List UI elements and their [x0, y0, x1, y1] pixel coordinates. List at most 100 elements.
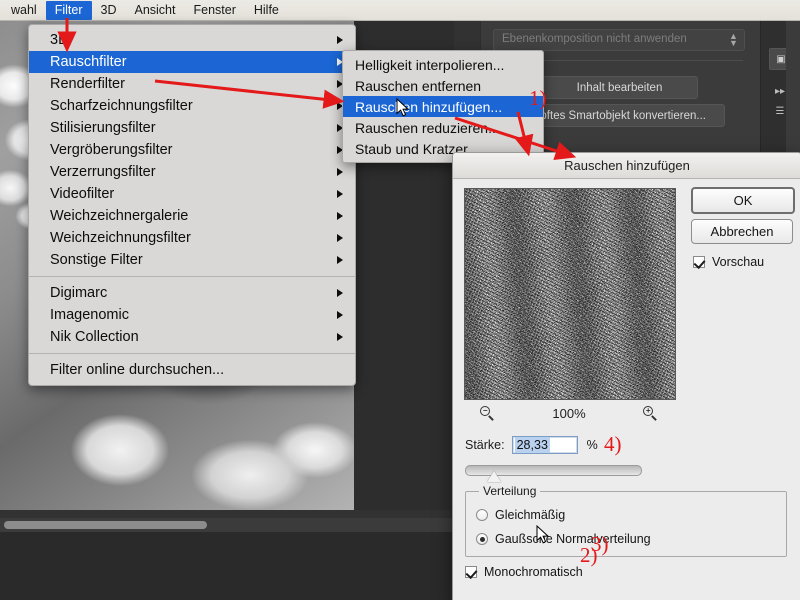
edit-content-button[interactable]: Inhalt bearbeiten	[541, 76, 698, 99]
add-noise-dialog: Rauschen hinzufügen − 100% + OK Abbreche…	[452, 152, 800, 600]
dialog-title: Rauschen hinzufügen	[564, 158, 690, 173]
menu-item-label: Filter online durchsuchen...	[50, 362, 225, 378]
radio-gaussian-row[interactable]: Gaußsche Normalverteilung	[476, 530, 651, 548]
monochrome-checkbox-row[interactable]: Monochromatisch	[465, 563, 583, 581]
menubar-item-hilfe[interactable]: Hilfe	[245, 1, 288, 20]
submenu-arrow-icon	[337, 311, 343, 319]
strength-input[interactable]: 28,33	[511, 436, 578, 454]
zoom-in-magnifier-icon[interactable]: +	[643, 405, 658, 421]
menu-item-label: Rauschen reduzieren...	[355, 119, 500, 136]
filter-menu-item-sonstige-filter[interactable]: Sonstige Filter	[29, 249, 355, 271]
menu-item-label: Vergröberungsfilter	[50, 142, 173, 158]
noise-submenu-item-rauschen-hinzufügen[interactable]: Rauschen hinzufügen...	[343, 96, 543, 117]
noise-pattern-layer-2	[465, 189, 675, 399]
mouse-cursor-dialog	[536, 525, 549, 544]
filter-menu-item-rauschfilter[interactable]: Rauschfilter	[29, 51, 355, 73]
filter-menu-item-filter-online-durchsuchen[interactable]: Filter online durchsuchen...	[29, 359, 355, 381]
zoom-level-label: 100%	[552, 405, 586, 421]
layer-comp-select[interactable]: Ebenenkomposition nicht anwenden ▲ ▼	[493, 29, 745, 51]
application-menubar: wahl Filter 3D Ansicht Fenster Hilfe	[0, 0, 800, 21]
filter-menu-dropdown[interactable]: 3D Rauschfilter Renderfilter Scharfzeichnun…	[28, 24, 356, 386]
menu-item-label: Sonstige Filter	[50, 252, 143, 268]
noise-submenu-item-rauschen-reduzieren[interactable]: Rauschen reduzieren...	[343, 117, 543, 138]
radio-uniform-row[interactable]: Gleichmäßig	[476, 506, 565, 524]
menu-item-label: Rauschfilter	[50, 54, 127, 70]
filter-menu-item-vergr-berungsfilter[interactable]: Vergröberungsfilter	[29, 139, 355, 161]
radio-gaussian[interactable]	[476, 533, 488, 545]
submenu-arrow-icon	[337, 256, 343, 264]
menu-item-label: Rauschen hinzufügen...	[355, 98, 503, 115]
filter-menu-item-3d[interactable]: 3D	[29, 29, 355, 51]
menu-item-label: Videofilter	[50, 186, 115, 202]
filter-menu-item-weichzeichnungsfilter[interactable]: Weichzeichnungsfilter	[29, 227, 355, 249]
radio-uniform[interactable]	[476, 509, 488, 521]
noise-filter-submenu[interactable]: Helligkeit interpolieren... Rauschen entf…	[342, 50, 544, 163]
menu-item-label: 3D	[50, 32, 69, 48]
menu-item-label: Weichzeichnergalerie	[50, 208, 189, 224]
strength-input-value: 28,33	[514, 437, 550, 453]
monochrome-checkbox-label: Monochromatisch	[484, 565, 583, 579]
filter-menu-item-scharfzeichnungsfilter[interactable]: Scharfzeichnungsfilter	[29, 95, 355, 117]
menu-separator	[29, 276, 355, 277]
menu-separator	[29, 353, 355, 354]
filter-menu-item-imagenomic[interactable]: Imagenomic	[29, 304, 355, 326]
distribution-legend: Verteilung	[479, 484, 541, 498]
strength-slider-knob[interactable]	[487, 471, 502, 482]
submenu-arrow-icon	[337, 168, 343, 176]
dialog-titlebar: Rauschen hinzufügen	[453, 153, 800, 179]
zoom-out-magnifier-icon[interactable]: −	[480, 405, 495, 421]
menu-item-label: Digimarc	[50, 285, 108, 301]
menu-item-label: Helligkeit interpolieren...	[355, 56, 505, 73]
radio-gaussian-label: Gaußsche Normalverteilung	[495, 532, 651, 546]
filter-menu-item-renderfilter[interactable]: Renderfilter	[29, 73, 355, 95]
menu-item-label: Verzerrungsfilter	[50, 164, 156, 180]
submenu-arrow-icon	[337, 234, 343, 242]
mouse-cursor-submenu	[396, 98, 409, 117]
preview-checkbox-row[interactable]: Vorschau	[693, 253, 764, 271]
distribution-fieldset: Verteilung Gleichmäßig Gaußsche Normalve…	[465, 484, 787, 557]
submenu-arrow-icon	[337, 36, 343, 44]
filter-menu-item-weichzeichnergalerie[interactable]: Weichzeichnergalerie	[29, 205, 355, 227]
menubar-item-wahl[interactable]: wahl	[2, 1, 46, 20]
menu-item-label: Renderfilter	[50, 76, 125, 92]
screen-root: Ebene 1 Ebenenkomposition nicht anwenden…	[0, 0, 800, 600]
strength-label: Stärke:	[465, 438, 505, 452]
noise-submenu-item-helligkeit-interpolieren[interactable]: Helligkeit interpolieren...	[343, 54, 543, 75]
menubar-item-fenster[interactable]: Fenster	[184, 1, 244, 20]
strength-row: Stärke: 28,33 %	[465, 433, 789, 457]
menubar-item-3d[interactable]: 3D	[92, 1, 126, 20]
menubar-item-ansicht[interactable]: Ansicht	[125, 1, 184, 20]
preview-zoom-controls: − 100% +	[464, 402, 674, 424]
layer-comp-select-value: Ebenenkomposition nicht anwenden	[502, 33, 687, 45]
menu-item-label: Nik Collection	[50, 329, 139, 345]
menu-item-label: Imagenomic	[50, 307, 129, 323]
updown-arrows-icon: ▲ ▼	[729, 31, 738, 48]
submenu-arrow-icon	[337, 190, 343, 198]
preview-checkbox[interactable]	[693, 256, 705, 268]
cancel-button[interactable]: Abbrechen	[691, 219, 793, 244]
convert-smartobject-button[interactable]: üpftes Smartobjekt konvertieren...	[515, 104, 725, 127]
menu-item-label: Weichzeichnungsfilter	[50, 230, 191, 246]
menubar-item-filter[interactable]: Filter	[45, 0, 92, 20]
canvas-hscrollbar-thumb[interactable]	[4, 521, 207, 529]
filter-menu-item-nik-collection[interactable]: Nik Collection	[29, 326, 355, 348]
filter-menu-item-videofilter[interactable]: Videofilter	[29, 183, 355, 205]
radio-uniform-label: Gleichmäßig	[495, 508, 566, 522]
menubar-items: wahl Filter 3D Ansicht Fenster Hilfe	[0, 0, 800, 20]
ok-button[interactable]: OK	[691, 187, 795, 214]
noise-submenu-item-rauschen-entfernen[interactable]: Rauschen entfernen	[343, 75, 543, 96]
menu-item-label: Stilisierungsfilter	[50, 120, 156, 136]
submenu-arrow-icon	[337, 212, 343, 220]
submenu-arrow-icon	[337, 289, 343, 297]
filter-menu-item-stilisierungsfilter[interactable]: Stilisierungsfilter	[29, 117, 355, 139]
menu-item-label: Scharfzeichnungsfilter	[50, 98, 193, 114]
noise-preview-thumbnail[interactable]	[464, 188, 676, 400]
strength-unit-label: %	[586, 438, 598, 452]
filter-menu-item-digimarc[interactable]: Digimarc	[29, 282, 355, 304]
menu-item-label: Rauschen entfernen	[355, 77, 482, 94]
preview-checkbox-label: Vorschau	[712, 255, 765, 269]
filter-menu-item-verzerrungsfilter[interactable]: Verzerrungsfilter	[29, 161, 355, 183]
monochrome-checkbox[interactable]	[465, 566, 477, 578]
submenu-arrow-icon	[337, 333, 343, 341]
canvas-lower-chrome	[0, 532, 454, 600]
